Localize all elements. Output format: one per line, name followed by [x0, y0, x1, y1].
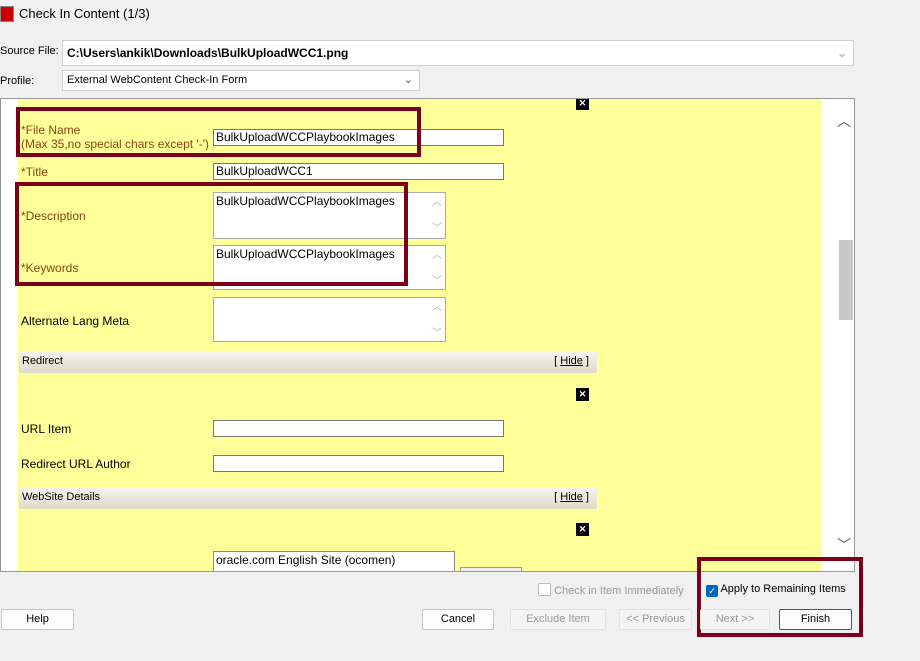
app-icon — [0, 6, 14, 22]
check-in-immediately-option[interactable]: Check in Item Immediately — [538, 583, 684, 597]
alt-lang-textarea[interactable]: ︿ ﹀ — [213, 297, 446, 342]
url-item-input[interactable] — [213, 420, 504, 437]
highlight-box — [16, 107, 421, 157]
chevron-down-icon: ⌄ — [836, 46, 847, 60]
website-hide-link[interactable]: [ Hide ] — [554, 491, 589, 503]
close-box-icon[interactable]: ✕ — [576, 99, 589, 110]
profile-value: External WebContent Check-In Form — [67, 74, 248, 86]
site-listbox[interactable]: oracle.com English Site (ocomen) — [213, 551, 455, 571]
redirect-author-label: Redirect URL Author — [21, 457, 131, 471]
title-label: *Title — [21, 165, 48, 179]
scroll-up-icon[interactable]: ︿ — [837, 111, 851, 131]
redirect-section-header: Redirect [ Hide ] — [19, 351, 597, 373]
website-section-header: WebSite Details [ Hide ] — [19, 487, 597, 509]
website-header-text: WebSite Details — [22, 491, 101, 503]
checkbox[interactable] — [538, 583, 551, 596]
close-box-icon[interactable]: ✕ — [576, 388, 589, 401]
scroll-thumb[interactable] — [839, 240, 853, 320]
redirect-hide-link[interactable]: [ Hide ] — [554, 355, 589, 367]
previous-button[interactable]: << Previous — [619, 609, 692, 630]
cancel-button[interactable]: Cancel — [422, 609, 494, 630]
finish-button[interactable]: Finish — [779, 609, 852, 630]
title-input[interactable]: BulkUploadWCC1 — [213, 163, 504, 180]
site-option[interactable]: oracle.com English Site (ocomen) — [216, 553, 395, 567]
check-in-immediately-label: Check in Item Immediately — [554, 585, 684, 597]
source-file-value: C:\Users\ankik\Downloads\BulkUploadWCC1.… — [67, 46, 349, 60]
chevron-down-icon: ⌄ — [403, 74, 413, 86]
next-button[interactable]: Next >> — [700, 609, 770, 630]
window-title: Check In Content (1/3) — [19, 6, 150, 21]
vertical-scrollbar[interactable]: ︿ ﹀ — [821, 99, 854, 571]
profile-label: Profile: — [0, 75, 35, 87]
apply-remaining-label: Apply to Remaining Items — [720, 583, 846, 595]
source-file-label: Source File: — [0, 45, 59, 57]
profile-select[interactable]: External WebContent Check-In Form ⌄ — [62, 70, 420, 91]
close-box-icon[interactable]: ✕ — [576, 523, 589, 536]
scrollbar[interactable]: ︿ ﹀ — [429, 193, 445, 238]
checkbox-checked-icon[interactable]: ✓ — [706, 585, 718, 597]
source-file-field[interactable]: C:\Users\ankik\Downloads\BulkUploadWCC1.… — [62, 40, 854, 66]
alt-lang-label: Alternate Lang Meta — [21, 314, 130, 328]
scroll-down-icon[interactable]: ﹀ — [837, 535, 851, 555]
redirect-author-input[interactable] — [213, 455, 504, 472]
exclude-item-button[interactable]: Exclude Item — [510, 609, 606, 630]
scrollbar[interactable]: ︿ ﹀ — [429, 246, 445, 289]
redirect-header-text: Redirect — [22, 355, 63, 367]
highlight-box — [15, 182, 408, 286]
site-button[interactable] — [460, 567, 522, 571]
url-item-label: URL Item — [21, 422, 72, 436]
form-area: ✕ *File Name (Max 35,no special chars ex… — [18, 99, 821, 571]
form-panel: ✕ *File Name (Max 35,no special chars ex… — [0, 98, 855, 572]
scrollbar[interactable]: ︿ ﹀ — [429, 298, 445, 341]
help-button[interactable]: Help — [1, 609, 74, 630]
apply-remaining-option[interactable]: ✓ Apply to Remaining Items — [706, 583, 846, 597]
